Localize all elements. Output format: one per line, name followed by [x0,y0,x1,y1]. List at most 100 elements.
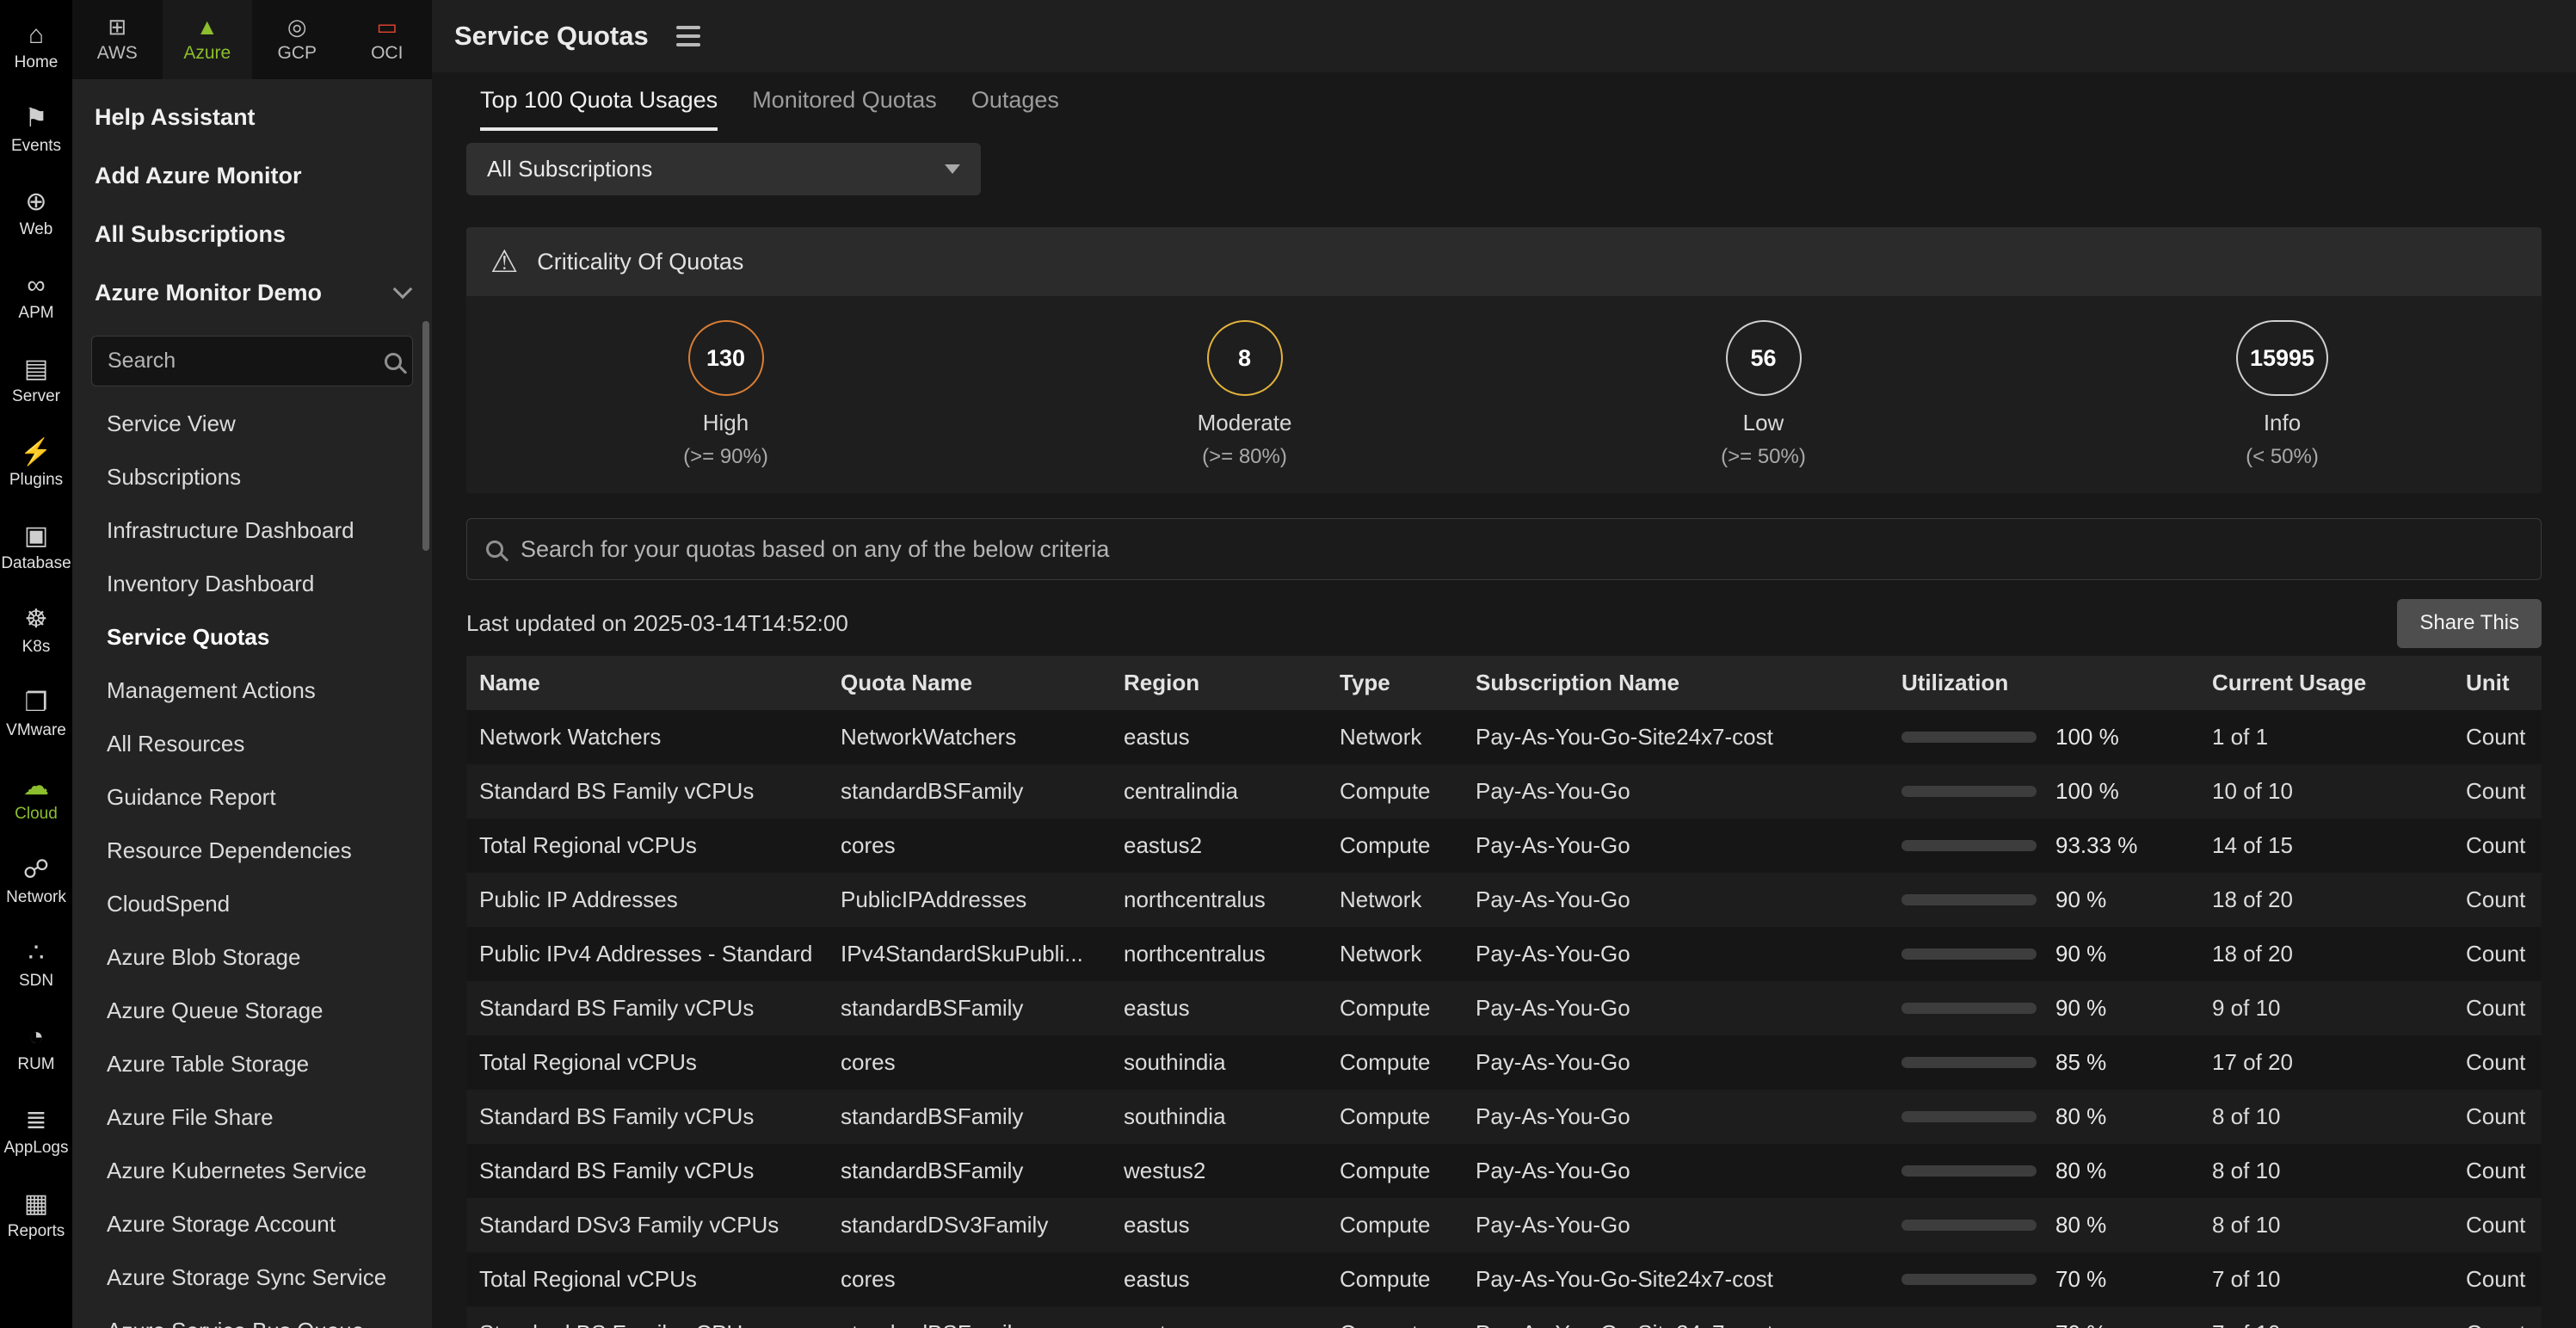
column-header[interactable]: Current Usage [2199,656,2453,710]
sidebar-item[interactable]: Infrastructure Dashboard [72,503,432,557]
table-row[interactable]: Public IP Addresses PublicIPAddresses no… [466,873,2542,927]
home-icon: ⌂ [28,22,44,48]
sidebar-top-item[interactable]: All Subscriptions [72,205,432,263]
sidebar-scrollbar[interactable] [422,321,429,551]
rail-item-label: Web [20,220,53,239]
sidebar-item[interactable]: Azure Storage Account [72,1197,432,1251]
cell-current-usage: 1 of 1 [2199,710,2453,764]
rail-item[interactable]: ⊕ Web [0,172,72,256]
rail-item[interactable]: ∴ SDN [0,923,72,1007]
table-row[interactable]: Standard BS Family vCPUs standardBSFamil… [466,1144,2542,1198]
criticality-stat[interactable]: 56 Low (>= 50%) [1504,320,2023,469]
sidebar-item[interactable]: Azure Kubernetes Service [72,1144,432,1197]
table-row[interactable]: Total Regional vCPUs cores eastus2 Compu… [466,818,2542,873]
cell-unit: Count [2453,1144,2542,1198]
cell-unit: Count [2453,873,2542,927]
sidebar-item[interactable]: Azure Blob Storage [72,930,432,984]
rail-item-label: Cloud [15,805,58,824]
rail-item[interactable]: ❐ VMware [0,673,72,757]
sidebar-item-label: Resource Dependencies [107,837,352,864]
cell-unit: Count [2453,981,2542,1035]
sidebar-item[interactable]: Azure Table Storage [72,1037,432,1090]
sidebar-item[interactable]: Service Quotas [72,610,432,664]
rail-item[interactable]: ≣ AppLogs [0,1090,72,1174]
sidebar-item[interactable]: Inventory Dashboard [72,557,432,610]
column-header[interactable]: Name [466,656,828,710]
rail-item[interactable]: ◔ RUM [0,1007,72,1090]
sidebar-item[interactable]: Management Actions [72,664,432,717]
tab-label: Outages [971,87,1059,113]
table-row[interactable]: Network Watchers NetworkWatchers eastus … [466,710,2542,764]
sidebar-item[interactable]: Subscriptions [72,450,432,503]
rail-item[interactable]: ▣ Database [0,506,72,590]
quota-table-head: NameQuota NameRegionTypeSubscription Nam… [466,656,2542,710]
cell-type: Compute [1327,1090,1463,1144]
table-row[interactable]: Total Regional vCPUs cores eastus Comput… [466,1252,2542,1306]
table-row[interactable]: Standard DSv3 Family vCPUs standardDSv3F… [466,1198,2542,1252]
rail-item[interactable]: ☍ Network [0,840,72,923]
sidebar-item[interactable]: Azure File Share [72,1090,432,1144]
sidebar-item[interactable]: All Resources [72,717,432,770]
sidebar-item-label: Azure Storage Account [107,1211,336,1238]
provider-tab[interactable]: ▲ Azure [163,0,253,79]
monitor-account-selector[interactable]: Azure Monitor Demo [72,263,432,322]
rail-item[interactable]: ⌂ Home [0,5,72,89]
cell-utilization: 80 % [1889,1198,2199,1252]
table-row[interactable]: Standard BS Family vCPUs standardBSFamil… [466,764,2542,818]
cell-utilization: 100 % [1889,710,2199,764]
share-this-button[interactable]: Share This [2397,599,2542,648]
sidebar-item[interactable]: Azure Service Bus Queue [72,1304,432,1328]
rail-item[interactable]: ▤ Server [0,339,72,423]
menu-icon[interactable] [673,22,704,50]
utilization-bar-track [1901,1165,2037,1177]
table-row[interactable]: Total Regional vCPUs cores southindia Co… [466,1035,2542,1090]
table-row[interactable]: Standard BS Family vCPUs standardBSFamil… [466,1306,2542,1328]
cell-name: Standard BS Family vCPUs [466,1090,828,1144]
sidebar-top-item[interactable]: Help Assistant [72,88,432,146]
rail-item-label: APM [18,304,53,323]
column-header[interactable]: Subscription Name [1463,656,1889,710]
provider-tab[interactable]: ◎ GCP [252,0,342,79]
criticality-stat[interactable]: 15995 Info (< 50%) [2023,320,2542,469]
column-header[interactable]: Region [1111,656,1327,710]
column-header[interactable]: Utilization [1889,656,2199,710]
table-row[interactable]: Standard BS Family vCPUs standardBSFamil… [466,981,2542,1035]
sidebar-item[interactable]: Azure Queue Storage [72,984,432,1037]
stat-circle: 8 [1207,320,1283,396]
rail-item[interactable]: ⚡ Plugins [0,423,72,506]
column-header[interactable]: Type [1327,656,1463,710]
tab-label: Monitored Quotas [752,87,937,113]
rail-item[interactable]: ∞ APM [0,256,72,339]
stat-range: (>= 80%) [1202,445,1287,469]
cell-unit: Count [2453,710,2542,764]
sidebar-item[interactable]: Resource Dependencies [72,824,432,877]
rail-item[interactable]: ▦ Reports [0,1174,72,1257]
quota-search-input[interactable] [521,536,2522,563]
rail-item[interactable]: ☁ Cloud [0,757,72,840]
sidebar-item[interactable]: Azure Storage Sync Service [72,1251,432,1304]
tab[interactable]: Outages [971,87,1059,131]
sidebar-item[interactable]: Guidance Report [72,770,432,824]
provider-tab[interactable]: ▭ OCI [342,0,433,79]
criticality-stat[interactable]: 8 Moderate (>= 80%) [985,320,1504,469]
sidebar-search-input[interactable] [108,349,385,374]
criticality-header: ⚠ Criticality Of Quotas [466,227,2542,296]
rail-item[interactable]: ⚑ Events [0,89,72,172]
sidebar-item[interactable]: Service View [72,397,432,450]
provider-tab[interactable]: ⊞ AWS [72,0,163,79]
subscriptions-dropdown[interactable]: All Subscriptions [466,143,981,195]
stat-circle: 56 [1726,320,1802,396]
warning-icon: ⚠ [490,246,518,277]
sidebar-top-item[interactable]: Add Azure Monitor [72,146,432,205]
table-row[interactable]: Standard BS Family vCPUs standardBSFamil… [466,1090,2542,1144]
rail-item[interactable]: ☸ K8s [0,590,72,673]
tab[interactable]: Top 100 Quota Usages [480,87,718,131]
tab[interactable]: Monitored Quotas [752,87,937,131]
sidebar-item-label: Inventory Dashboard [107,571,314,597]
column-header[interactable]: Unit [2453,656,2542,710]
criticality-stat[interactable]: 130 High (>= 90%) [466,320,985,469]
sidebar-item[interactable]: CloudSpend [72,877,432,930]
column-header[interactable]: Quota Name [828,656,1111,710]
table-row[interactable]: Public IPv4 Addresses - Standard IPv4Sta… [466,927,2542,981]
cell-current-usage: 7 of 10 [2199,1252,2453,1306]
